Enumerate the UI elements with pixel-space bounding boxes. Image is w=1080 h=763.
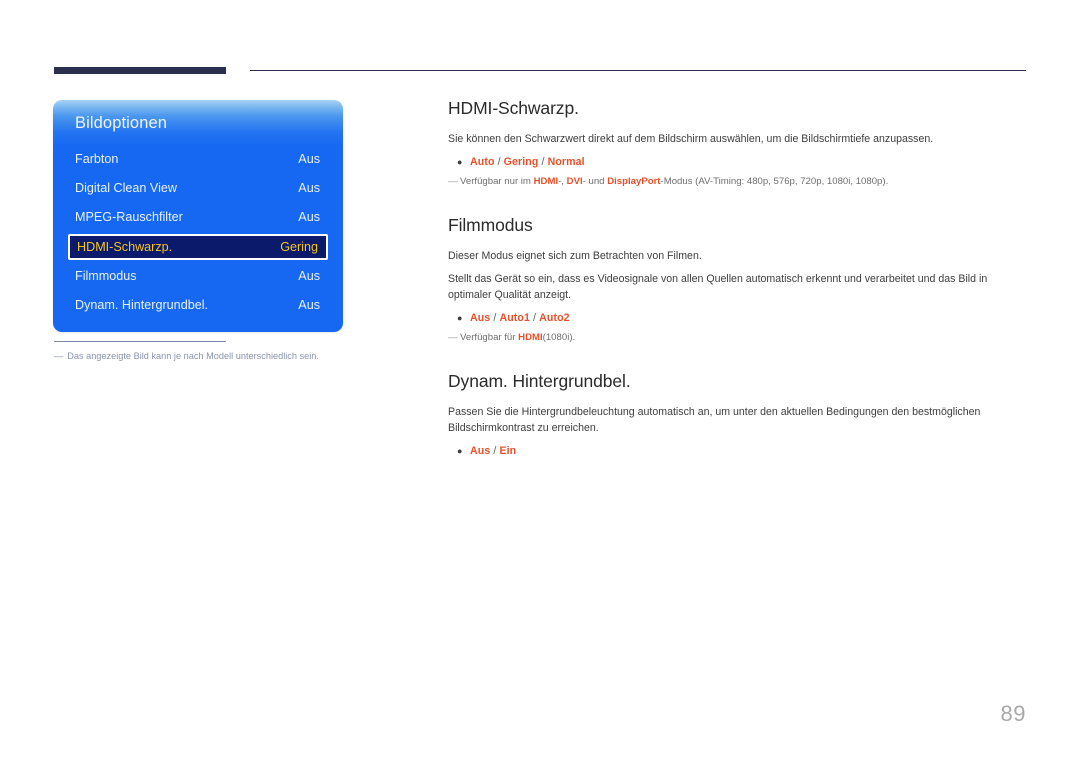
footnote-text: Verfügbar für HDMI(1080i). xyxy=(460,331,575,345)
footnote-text: Verfügbar nur im HDMI-, DVI- und Display… xyxy=(460,175,888,189)
option-bullet: ● Aus / Ein xyxy=(448,444,1028,460)
footnote-part-pre: Verfügbar nur im xyxy=(460,175,534,187)
option-list: Aus / Ein xyxy=(470,444,516,460)
page-root: { "header": { "thick_rule": true, "thin_… xyxy=(0,0,1080,763)
panel-footnote-rule xyxy=(54,341,226,342)
panel-footnote: ― Das angezeigte Bild kann je nach Modell… xyxy=(54,341,354,363)
osd-row-label: MPEG-Rauschfilter xyxy=(75,210,183,225)
section-paragraph: Stellt das Gerät so ein, dass es Videosi… xyxy=(448,273,988,301)
option-value: Aus xyxy=(470,311,491,324)
option-value: Auto xyxy=(470,155,495,168)
osd-row-value: Gering xyxy=(280,240,318,255)
footnote-part-hl2: DVI xyxy=(566,175,583,187)
section-title: Dynam. Hintergrundbel. xyxy=(448,371,631,392)
footnote-part-post: (1080i). xyxy=(542,331,576,343)
osd-row-label: Farbton xyxy=(75,151,119,166)
content-section: HDMI-Schwarzp. Sie können den Schwarzwert… xyxy=(448,98,1028,189)
osd-row-dynam-hintergrundbel[interactable]: Dynam. Hintergrundbel. Aus xyxy=(68,291,328,320)
osd-row-digital-clean-view[interactable]: Digital Clean View Aus xyxy=(68,173,328,202)
option-bullet: ● Aus / Auto1 / Auto2 xyxy=(448,311,1028,327)
panel-footnote-text: ― Das angezeigte Bild kann je nach Modell… xyxy=(54,350,354,363)
osd-row-label: Dynam. Hintergrundbel. xyxy=(75,298,208,313)
footnote-part-mid2: - und xyxy=(582,175,608,187)
section-paragraph: Sie können den Schwarzwert direkt auf de… xyxy=(448,133,934,145)
osd-menu-panel: Bildoptionen Farbton Aus Digital Clean Vie… xyxy=(53,100,343,332)
option-separator: / xyxy=(529,311,540,324)
option-value: Gering xyxy=(503,155,539,168)
option-list: Auto / Gering / Normal xyxy=(470,155,585,171)
osd-menu-title: Bildoptionen xyxy=(75,114,168,132)
option-list: Aus / Auto1 / Auto2 xyxy=(470,311,570,327)
section-footnote: ― Verfügbar nur im HDMI-, DVI- und Displa… xyxy=(448,175,1028,189)
header-accent-bar xyxy=(54,67,226,74)
bullet-dot-icon: ● xyxy=(457,312,463,323)
footnote-part-hl1: HDMI xyxy=(518,331,543,343)
option-value: Normal xyxy=(547,155,585,168)
bullet-dot-icon: ● xyxy=(457,445,463,456)
footnote-part-post: -Modus (AV-Timing: 480p, 576p, 720p, 108… xyxy=(660,175,889,187)
osd-row-value: Aus xyxy=(298,210,320,225)
section-paragraph: Dieser Modus eignet sich zum Betrachten … xyxy=(448,250,702,263)
option-value: Aus xyxy=(470,444,491,457)
option-separator: / xyxy=(494,155,504,168)
bullet-dot-icon: ● xyxy=(457,156,463,167)
osd-row-label: HDMI-Schwarzp. xyxy=(77,240,173,255)
footnote-part-pre: Verfügbar für xyxy=(460,331,519,343)
content-section: Filmmodus Dieser Modus eignet sich zum Be… xyxy=(448,215,1028,345)
content-section: Dynam. Hintergrundbel. Passen Sie die Hin… xyxy=(448,371,1028,460)
osd-row-value: Aus xyxy=(298,298,320,313)
option-value: Ein xyxy=(499,444,517,457)
section-title: HDMI-Schwarzp. xyxy=(448,98,579,118)
osd-row-farbton[interactable]: Farbton Aus xyxy=(68,144,328,173)
osd-row-value: Aus xyxy=(298,181,320,196)
option-value: Auto1 xyxy=(499,311,530,324)
option-bullet: ● Auto / Gering / Normal xyxy=(448,155,1028,171)
footnote-part-hl3: DisplayPort xyxy=(607,175,661,187)
osd-row-hdmi-schwarzp[interactable]: HDMI-Schwarzp. Gering xyxy=(68,234,328,261)
osd-row-value: Aus xyxy=(298,151,320,166)
osd-row-filmmodus[interactable]: Filmmodus Aus xyxy=(68,261,328,290)
option-separator: / xyxy=(538,155,548,168)
section-title: Filmmodus xyxy=(448,215,533,236)
panel-footnote-body: Das angezeigte Bild kann je nach Modell … xyxy=(67,351,319,361)
footnote-part-hl1: HDMI xyxy=(533,175,559,187)
osd-row-value: Aus xyxy=(298,268,320,283)
osd-row-label: Digital Clean View xyxy=(75,181,177,196)
footnote-dash: ― xyxy=(448,331,458,343)
header-rule xyxy=(54,67,1026,79)
section-paragraph: Passen Sie die Hintergrundbeleuchtung au… xyxy=(448,406,981,435)
footnote-dash: ― xyxy=(448,175,458,187)
page-number: 89 xyxy=(1000,701,1026,726)
osd-row-label: Filmmodus xyxy=(75,268,137,283)
section-footnote: ― Verfügbar für HDMI(1080i). xyxy=(448,331,1028,345)
header-thin-line xyxy=(250,70,1026,71)
content-column: HDMI-Schwarzp. Sie können den Schwarzwert… xyxy=(448,98,1028,464)
osd-row-mpeg-rauschfilter[interactable]: MPEG-Rauschfilter Aus xyxy=(68,203,328,232)
panel-footnote-dash: ― xyxy=(54,351,64,361)
osd-menu-list: Farbton Aus Digital Clean View Aus MPEG-Raus… xyxy=(53,144,343,320)
footnote-part-mid1: -, xyxy=(558,175,567,187)
option-value: Auto2 xyxy=(539,311,570,324)
